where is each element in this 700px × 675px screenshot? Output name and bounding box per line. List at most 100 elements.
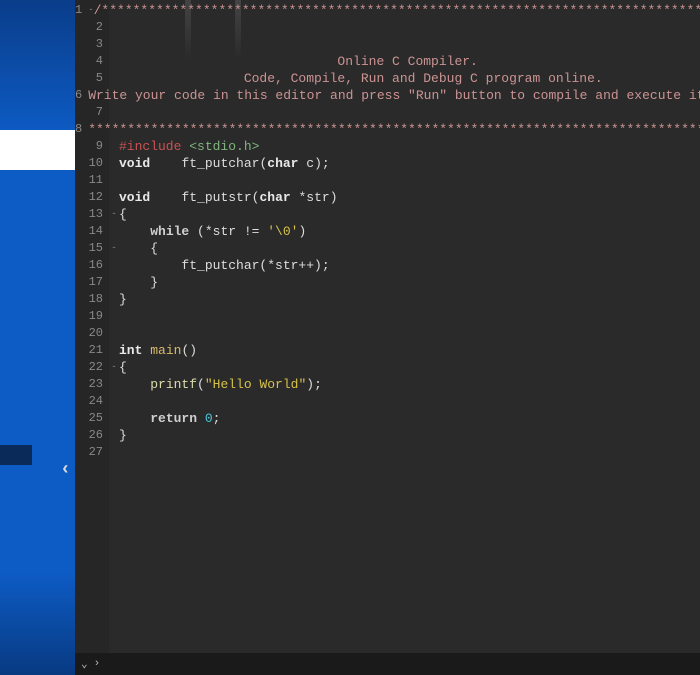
code-line[interactable]: 24: [75, 393, 700, 410]
code-line[interactable]: 12 void ft_putstr(char *str): [75, 189, 700, 206]
line-number: 9: [75, 138, 109, 155]
code-line[interactable]: 22-{: [75, 359, 700, 376]
code-line[interactable]: 5 Code, Compile, Run and Debug C program…: [75, 70, 700, 87]
line-number: 26: [75, 427, 109, 444]
code-content[interactable]: printf("Hello World");: [119, 376, 700, 393]
code-content[interactable]: Code, Compile, Run and Debug C program o…: [119, 70, 700, 87]
line-number: 2: [75, 19, 109, 36]
fold-marker[interactable]: -: [109, 240, 119, 257]
code-line[interactable]: 17 }: [75, 274, 700, 291]
code-line[interactable]: 21int main(): [75, 342, 700, 359]
code-content[interactable]: [119, 393, 700, 410]
line-number: 11: [75, 172, 109, 189]
fold-marker: [109, 104, 119, 121]
fold-marker: [109, 53, 119, 70]
code-line[interactable]: 19: [75, 308, 700, 325]
code-editor[interactable]: 1 - /*************************************…: [75, 0, 700, 675]
line-number: 27: [75, 444, 109, 461]
line-number: 20: [75, 325, 109, 342]
code-line[interactable]: 18}: [75, 291, 700, 308]
fold-marker: [109, 138, 119, 155]
code-content[interactable]: while (*str != '\0'): [119, 223, 700, 240]
code-line[interactable]: 13-{: [75, 206, 700, 223]
fold-marker: [109, 308, 119, 325]
line-number: 15: [75, 240, 109, 257]
code-content[interactable]: void ft_putstr(char *str): [119, 189, 700, 206]
code-content[interactable]: ****************************************…: [88, 121, 700, 138]
line-number: 25: [75, 410, 109, 427]
code-line[interactable]: 14 while (*str != '\0'): [75, 223, 700, 240]
code-line[interactable]: 6Write your code in this editor and pres…: [75, 87, 700, 104]
code-line[interactable]: 11: [75, 172, 700, 189]
line-number: 4: [75, 53, 109, 70]
code-content[interactable]: {: [119, 240, 700, 257]
code-line[interactable]: 3: [75, 36, 700, 53]
line-number: 13: [75, 206, 109, 223]
code-content[interactable]: Write your code in this editor and press…: [88, 87, 700, 104]
fold-marker: [109, 393, 119, 410]
line-number: 3: [75, 36, 109, 53]
code-content[interactable]: }: [119, 427, 700, 444]
code-line[interactable]: 26}: [75, 427, 700, 444]
code-content[interactable]: ft_putchar(*str++);: [119, 257, 700, 274]
collapse-panel-icon[interactable]: ‹: [60, 460, 71, 480]
fold-marker[interactable]: -: [109, 206, 119, 223]
fold-marker: [109, 444, 119, 461]
code-content[interactable]: [119, 36, 700, 53]
code-content[interactable]: #include <stdio.h>: [119, 138, 700, 155]
code-line[interactable]: 25 return 0;: [75, 410, 700, 427]
status-bar: ⌄ ›: [75, 653, 700, 675]
code-area[interactable]: 1 - /*************************************…: [75, 0, 700, 461]
code-content[interactable]: int main(): [119, 342, 700, 359]
code-content[interactable]: return 0;: [119, 410, 700, 427]
code-line[interactable]: 7: [75, 104, 700, 121]
line-number: 10: [75, 155, 109, 172]
fold-marker: [109, 223, 119, 240]
code-line[interactable]: 9 #include <stdio.h>: [75, 138, 700, 155]
code-content[interactable]: [119, 172, 700, 189]
code-line[interactable]: 16 ft_putchar(*str++);: [75, 257, 700, 274]
code-content[interactable]: [119, 19, 700, 36]
chevron-down-icon[interactable]: ⌄: [81, 657, 88, 671]
fold-marker: [109, 189, 119, 206]
line-number: 8: [75, 121, 88, 138]
fold-marker: [109, 19, 119, 36]
code-content[interactable]: [119, 325, 700, 342]
code-line[interactable]: 10 void ft_putchar(char c);: [75, 155, 700, 172]
code-line[interactable]: 23 printf("Hello World");: [75, 376, 700, 393]
line-number: 22: [75, 359, 109, 376]
line-number: 6: [75, 87, 88, 104]
code-content[interactable]: {: [119, 359, 700, 376]
fold-marker: [109, 291, 119, 308]
line-number: 16: [75, 257, 109, 274]
code-line[interactable]: 20: [75, 325, 700, 342]
code-line[interactable]: 2: [75, 19, 700, 36]
line-number: 12: [75, 189, 109, 206]
line-number: 19: [75, 308, 109, 325]
code-content[interactable]: /***************************************…: [94, 2, 700, 19]
code-content[interactable]: }: [119, 291, 700, 308]
fold-marker: [109, 427, 119, 444]
fold-marker: [109, 376, 119, 393]
code-line[interactable]: 4 Online C Compiler.: [75, 53, 700, 70]
code-line[interactable]: 15- {: [75, 240, 700, 257]
code-content[interactable]: [119, 444, 700, 461]
code-content[interactable]: {: [119, 206, 700, 223]
line-number: 24: [75, 393, 109, 410]
fold-marker[interactable]: -: [109, 359, 119, 376]
code-content[interactable]: void ft_putchar(char c);: [119, 155, 700, 172]
code-line[interactable]: 27: [75, 444, 700, 461]
line-number: 5: [75, 70, 109, 87]
code-line[interactable]: 1-/*************************************…: [75, 2, 700, 19]
line-number: 1: [75, 2, 88, 19]
code-content[interactable]: [119, 104, 700, 121]
fold-marker: [109, 410, 119, 427]
code-content[interactable]: Online C Compiler.: [119, 53, 700, 70]
code-content[interactable]: [119, 308, 700, 325]
fold-marker: [109, 36, 119, 53]
fold-marker: [109, 257, 119, 274]
code-line[interactable]: 8***************************************…: [75, 121, 700, 138]
chevron-right-icon[interactable]: ›: [94, 658, 101, 670]
panel-marker: [0, 445, 32, 465]
code-content[interactable]: }: [119, 274, 700, 291]
